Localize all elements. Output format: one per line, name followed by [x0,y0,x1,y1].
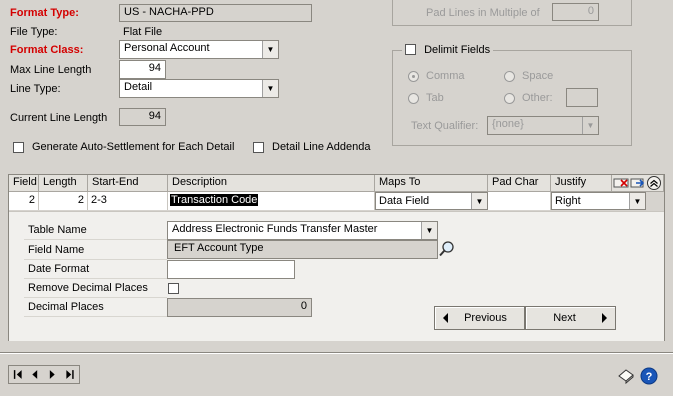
detail-addenda-checkbox[interactable] [253,142,264,153]
delimit-fields-label: Delimit Fields [424,44,491,56]
tab-label: Tab [426,92,444,104]
decimal-places-label: Decimal Places [24,298,167,317]
col-pad-char-header: Pad Char [488,175,551,192]
date-format-field[interactable] [167,260,295,279]
previous-label: Previous [464,312,507,324]
first-record-icon[interactable] [13,370,22,379]
row-field-cell[interactable]: 2 [9,192,39,210]
col-start-end-header: Start-End [88,175,168,192]
maps-to-value: Data Field [379,195,430,207]
format-type-label: Format Type: [10,7,79,19]
previous-record-icon[interactable] [32,370,38,379]
other-delimiter-field[interactable] [566,88,598,107]
max-line-length-label: Max Line Length [10,64,92,76]
row-length-cell[interactable]: 2 [39,192,88,210]
text-qualifier-value: {none} [492,118,524,130]
other-radio[interactable] [504,93,515,104]
previous-button[interactable]: Previous [434,306,525,330]
pad-lines-label: Pad Lines in Multiple of [426,7,540,19]
format-type-field: US - NACHA-PPD [119,4,312,22]
space-label: Space [522,70,554,82]
table-name-label: Table Name [24,221,167,240]
date-format-label: Date Format [24,260,167,279]
next-label: Next [553,312,576,324]
delimit-fields-header: Delimit Fields [402,43,494,58]
chevron-down-icon[interactable]: ▼ [262,80,278,97]
grid-toolbar [612,175,664,192]
field-name-field: EFT Account Type [167,240,438,259]
remove-decimal-checkbox[interactable] [168,283,179,294]
line-type-dropdown[interactable]: Detail ▼ [119,79,279,98]
description-selected-text: Transaction Code [170,194,259,206]
next-record-icon[interactable] [49,370,55,379]
justify-value: Right [555,195,581,207]
insert-row-icon[interactable] [630,178,645,188]
bottom-separator [0,352,673,354]
format-class-label: Format Class: [10,44,84,56]
table-name-value: Address Electronic Funds Transfer Master [172,223,378,235]
arrow-right-icon [602,313,607,323]
maps-to-dropdown[interactable]: Data Field ▼ [375,192,488,210]
table-name-dropdown[interactable]: Address Electronic Funds Transfer Master… [167,221,438,240]
collapse-icon[interactable] [647,176,661,190]
justify-dropdown[interactable]: Right ▼ [551,192,646,210]
delete-row-icon[interactable] [613,178,629,188]
last-record-icon[interactable] [66,370,74,379]
pad-lines-field: 0 [552,3,599,21]
space-radio[interactable] [504,71,515,82]
col-justify-header: Justify [551,175,612,192]
current-line-length-field: 94 [119,108,166,126]
max-line-length-field[interactable]: 94 [119,60,166,79]
row-pad-char-cell[interactable] [488,192,551,210]
line-type-label: Line Type: [10,83,61,95]
line-type-value: Detail [124,81,153,93]
auto-settlement-checkbox[interactable] [13,142,24,153]
svg-text:?: ? [646,371,653,383]
record-navigator [8,365,80,384]
col-field-header: Field [9,175,39,192]
current-line-length-label: Current Line Length [10,112,108,124]
magnifier-icon[interactable] [438,240,456,259]
next-button[interactable]: Next [525,306,616,330]
other-label: Other: [522,92,553,104]
col-maps-to-header: Maps To [375,175,488,192]
format-class-dropdown[interactable]: Personal Account ▼ [119,40,279,59]
arrow-left-icon [443,313,448,323]
chevron-down-icon[interactable]: ▼ [629,193,645,209]
remove-decimal-label: Remove Decimal Places [24,279,167,298]
col-description-header: Description [168,175,375,192]
tab-radio[interactable] [408,93,419,104]
chevron-down-icon[interactable]: ▼ [421,222,437,239]
field-name-label: Field Name [24,241,167,260]
chevron-down-icon[interactable]: ▼ [582,117,598,134]
file-type-value: Flat File [123,26,163,38]
decimal-places-field: 0 [167,298,312,317]
text-qualifier-label: Text Qualifier: [411,120,479,132]
detail-addenda-label: Detail Line Addenda [272,141,371,153]
format-class-value: Personal Account [124,42,210,54]
comma-radio[interactable] [408,71,419,82]
auto-settlement-label: Generate Auto-Settlement for Each Detail [32,141,235,153]
grid-toolbar-icons [613,176,661,190]
chevron-down-icon[interactable]: ▼ [471,193,487,209]
delimit-fields-checkbox[interactable] [405,43,416,55]
row-description-cell[interactable]: Transaction Code [168,192,375,210]
col-length-header: Length [39,175,88,192]
text-qualifier-dropdown[interactable]: {none} ▼ [487,116,599,135]
help-icon[interactable]: ? [640,367,658,385]
note-icon[interactable] [617,367,635,385]
file-type-label: File Type: [10,26,58,38]
comma-label: Comma [426,70,465,82]
chevron-down-icon[interactable]: ▼ [262,41,278,58]
row-start-end-cell[interactable]: 2-3 [88,192,168,210]
